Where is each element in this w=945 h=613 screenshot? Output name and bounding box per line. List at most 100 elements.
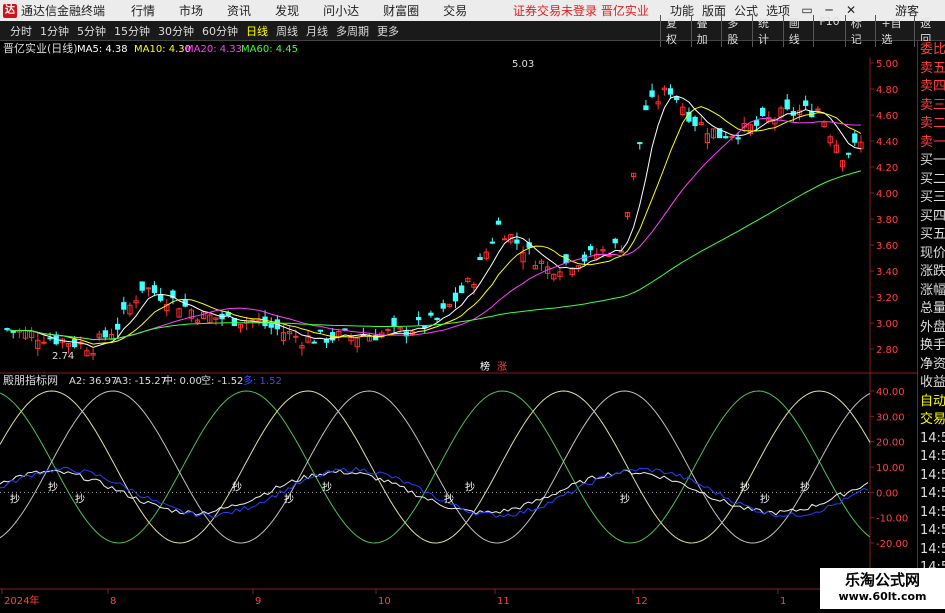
sidebar-item-22[interactable]: 14:56 xyxy=(918,448,945,467)
candle-body xyxy=(415,317,422,321)
sidebar-item-3[interactable]: 卖三 xyxy=(918,97,945,116)
period-tab-7[interactable]: 周线 xyxy=(272,23,302,39)
sidebar-item-12[interactable]: 涨跌 xyxy=(918,263,945,282)
ma60-label: MA60: 4.45 xyxy=(241,44,298,55)
sidebar-item-9[interactable]: 买四 xyxy=(918,208,945,227)
sidebar-item-8[interactable]: 买三 xyxy=(918,189,945,208)
candle-body xyxy=(495,220,502,225)
sidebar-item-6[interactable]: 买一 xyxy=(918,152,945,171)
candle-body xyxy=(151,285,158,293)
ma5-label: MA5: 4.38 xyxy=(77,44,128,55)
ma10-line xyxy=(7,106,862,345)
period-tab-1[interactable]: 1分钟 xyxy=(36,23,73,39)
candle-body xyxy=(501,238,508,241)
period-tab-4[interactable]: 30分钟 xyxy=(154,23,198,39)
period-tab-3[interactable]: 15分钟 xyxy=(110,23,154,39)
signal-label: 抄 xyxy=(284,492,294,505)
period-tab-5[interactable]: 60分钟 xyxy=(198,23,242,39)
kline-chart[interactable]: 5.00 4.80 4.60 4.40 4.20 4.00 3.80 3.60 3.40 3.20… xyxy=(0,41,917,609)
candle-body xyxy=(612,238,618,244)
period-tab-daily[interactable]: 日线 xyxy=(242,23,272,39)
sidebar-item-19[interactable]: 自动 xyxy=(918,393,945,412)
candle-body xyxy=(71,339,78,348)
menu-item-news[interactable]: 资讯 xyxy=(215,2,263,19)
signal-label: 抄 xyxy=(75,492,85,505)
marker-rank[interactable]: 榜 xyxy=(480,360,490,373)
sidebar-item-11[interactable]: 现价 xyxy=(918,245,945,264)
sidebar-item-0[interactable]: 委比 xyxy=(918,41,945,60)
sidebar-item-14[interactable]: 总量 xyxy=(918,300,945,319)
period-tab-2[interactable]: 5分钟 xyxy=(73,23,110,39)
sidebar-item-10[interactable]: 买五 xyxy=(918,226,945,245)
price-axis-label: 5.00 xyxy=(876,59,898,70)
ma10-label: MA10: 4.30 xyxy=(134,44,191,55)
sidebar-item-13[interactable]: 涨幅 xyxy=(918,282,945,301)
sidebar-item-5[interactable]: 卖一 xyxy=(918,134,945,153)
price-axis-label: 4.20 xyxy=(876,163,898,174)
candle-body xyxy=(262,316,268,327)
period-tab-0[interactable]: 分时 xyxy=(6,23,36,39)
candle-body xyxy=(802,100,809,106)
sidebar-item-17[interactable]: 净资 xyxy=(918,356,945,375)
candle-body xyxy=(784,99,790,110)
sidebar-item-4[interactable]: 卖二 xyxy=(918,115,945,134)
price-axis-label: 4.60 xyxy=(876,111,898,122)
indicator-axis-label: 40.00 xyxy=(876,387,905,398)
signal-label: 抄 xyxy=(444,492,454,505)
period-tab-more[interactable]: 更多 xyxy=(373,23,403,39)
sidebar-item-21[interactable]: 14:56 xyxy=(918,430,945,449)
sidebar-item-24[interactable]: 14:56 xyxy=(918,485,945,504)
watermark: 乐淘公式网 www.60lt.com xyxy=(820,568,945,609)
sidebar-item-27[interactable]: 14:56 xyxy=(918,541,945,560)
menu-item-wealth[interactable]: 财富圈 xyxy=(371,2,431,19)
sidebar-item-26[interactable]: 14:56 xyxy=(918,522,945,541)
menu-item-exchange[interactable]: 市场 xyxy=(167,2,215,19)
candle-body xyxy=(753,120,760,126)
sidebar-item-20[interactable]: 交易 xyxy=(918,411,945,430)
sidebar-item-7[interactable]: 买二 xyxy=(918,171,945,190)
price-axis-label: 3.40 xyxy=(876,267,898,278)
quote-sidebar: 委比 卖五 卖四 卖三 卖二 卖一 买一 买二 买三 买四 买五 现价 涨跌 涨幅 总量 外盘 换手 净资 收益 自动… xyxy=(917,41,945,609)
sidebar-item-18[interactable]: 收益 xyxy=(918,374,945,393)
indicator-axis-label: 20.00 xyxy=(876,438,905,449)
signal-label: 抄 xyxy=(232,480,242,493)
chart-area[interactable]: 5.00 4.80 4.60 4.40 4.20 4.00 3.80 3.60 3.40 3.20… xyxy=(0,41,945,609)
candle-body xyxy=(391,317,397,328)
period-tab-9[interactable]: 多周期 xyxy=(332,23,373,39)
main-chart-title: 晋亿实业(日线) xyxy=(3,41,78,55)
login-notice[interactable]: 证券交易未登录 晋亿实业 xyxy=(513,2,649,19)
ma20-label: MA20: 4.33 xyxy=(185,44,242,55)
candle-body xyxy=(845,152,852,155)
high-price-label: 5.03 xyxy=(512,59,534,70)
sidebar-item-2[interactable]: 卖四 xyxy=(918,78,945,97)
indicator-axis-label: 30.00 xyxy=(876,412,905,423)
menu-item-ask[interactable]: 问小达 xyxy=(311,2,371,19)
candle-body xyxy=(231,318,238,327)
signal-label: 抄 xyxy=(465,480,475,493)
indicator-axis-label: -10.00 xyxy=(876,514,908,525)
sidebar-item-15[interactable]: 外盘 xyxy=(918,319,945,338)
indicator-axis-label: 10.00 xyxy=(876,463,905,474)
period-tab-8[interactable]: 月线 xyxy=(302,23,332,39)
menu-item-discover[interactable]: 发现 xyxy=(263,2,311,19)
menu-item-trade[interactable]: 交易 xyxy=(431,2,479,19)
sidebar-item-25[interactable]: 14:56 xyxy=(918,504,945,523)
candle-body xyxy=(692,116,698,127)
candle-body xyxy=(385,328,391,331)
candle-body xyxy=(649,90,655,97)
candle-body xyxy=(489,241,496,244)
candle-body xyxy=(440,303,446,309)
candle-body xyxy=(673,96,680,101)
candle-body xyxy=(667,88,674,95)
app-title: 通达信金融终端 xyxy=(21,4,106,18)
sidebar-item-23[interactable]: 14:56 xyxy=(918,467,945,486)
sidebar-item-1[interactable]: 卖五 xyxy=(918,60,945,79)
menu-item-market[interactable]: 行情 xyxy=(119,2,167,19)
sidebar-item-16[interactable]: 换手 xyxy=(918,337,945,356)
price-axis-label: 3.80 xyxy=(876,215,898,226)
low-price-label: 2.74 xyxy=(52,351,74,362)
marker-rise[interactable]: 涨 xyxy=(497,361,507,373)
indicator-a2-line xyxy=(0,390,871,544)
candle-body xyxy=(317,329,324,332)
candle-body xyxy=(268,323,274,328)
